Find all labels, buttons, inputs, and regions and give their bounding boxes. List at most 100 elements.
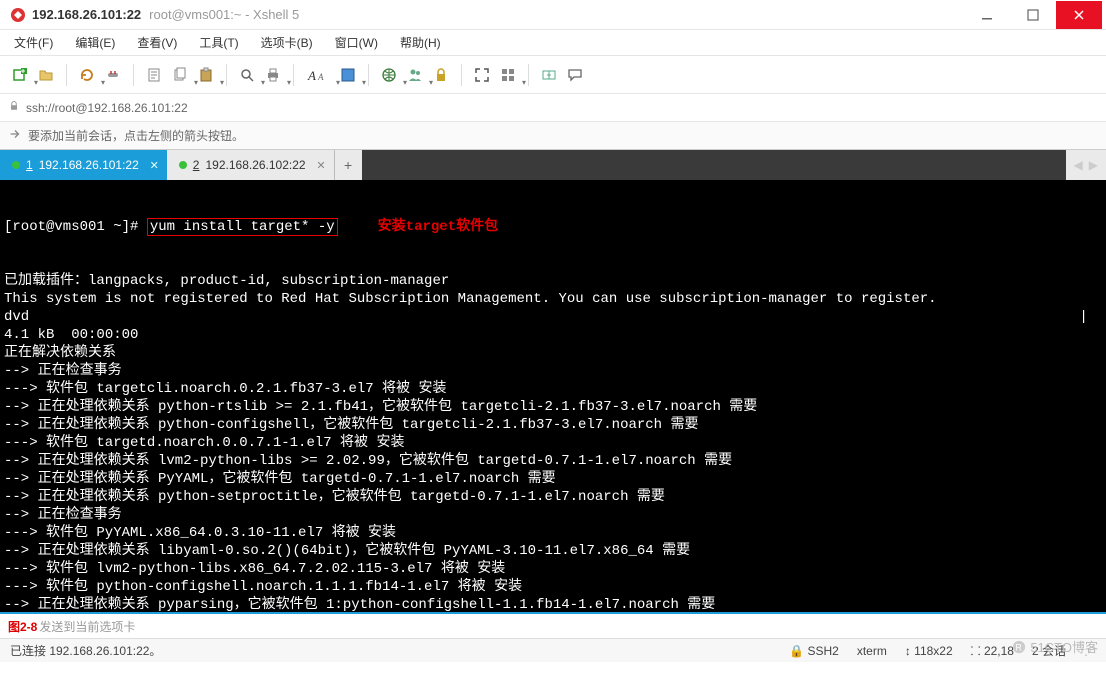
terminal-line: 已加载插件：langpacks, product-id, subscriptio… [4, 272, 1102, 290]
status-size: ↕ 118x22 [905, 644, 953, 658]
font-button[interactable]: AA [302, 63, 334, 87]
menu-tools[interactable]: 工具(T) [195, 32, 242, 53]
hint-text: 要添加当前会话，点击左侧的箭头按钮。 [28, 127, 244, 144]
terminal-line: --> 正在检查事务 [4, 506, 1102, 524]
terminal-line: ---> 软件包 python-configshell.noarch.1.1.1… [4, 578, 1102, 596]
toolbar: AA [0, 56, 1106, 94]
tab-number: 1 [26, 158, 33, 172]
prompt-text: [root@vms001 ~]# [4, 219, 147, 235]
session-tab-1[interactable]: 1 192.168.26.101:22 ✕ [0, 150, 167, 180]
status-term: xterm [857, 644, 887, 658]
tab-label: 192.168.26.101:22 [39, 158, 139, 172]
copy-button[interactable] [168, 63, 192, 87]
annotation-text: 安装target软件包 [378, 219, 498, 235]
tab-nav: ◀ ▶ [1066, 150, 1106, 180]
hintbar: 要添加当前会话，点击左侧的箭头按钮。 [0, 122, 1106, 150]
lock-icon [8, 100, 20, 115]
toolbar-separator [528, 64, 529, 86]
menu-window[interactable]: 窗口(W) [331, 32, 382, 53]
menu-help[interactable]: 帮助(H) [396, 32, 445, 53]
users-button[interactable] [403, 63, 427, 87]
chat-button[interactable] [563, 63, 587, 87]
terminal-output: 已加载插件：langpacks, product-id, subscriptio… [4, 272, 1102, 612]
terminal-line: ---> 软件包 PyYAML.x86_64.0.3.10-11.el7 将被 … [4, 524, 1102, 542]
titlebar: 192.168.26.101:22 root@vms001:~ - Xshell… [0, 0, 1106, 30]
compose-bar: 图2-8 发送到当前选项卡 [0, 612, 1106, 638]
menu-tabs[interactable]: 选项卡(B) [257, 32, 317, 53]
reconnect-button[interactable] [75, 63, 99, 87]
app-icon [10, 7, 26, 23]
svg-text:R: R [1016, 642, 1022, 652]
terminal-line: ---> 软件包 lvm2-python-libs.x86_64.7.2.02.… [4, 560, 1102, 578]
compose-text[interactable]: 发送到当前选项卡 [39, 618, 135, 635]
status-dot-icon [179, 161, 187, 169]
terminal-line: --> 正在处理依赖关系 libyaml-0.so.2()(64bit)，它被软… [4, 542, 1102, 560]
terminal-line: ---> 软件包 targetcli.noarch.0.2.1.fb37-3.e… [4, 380, 1102, 398]
tab-label: 192.168.26.102:22 [205, 158, 305, 172]
menu-view[interactable]: 查看(V) [133, 32, 181, 53]
command-highlight: yum install target* -y [147, 218, 338, 236]
maximize-button[interactable] [1010, 1, 1056, 29]
session-tab-2[interactable]: 2 192.168.26.102:22 ✕ [167, 150, 334, 180]
add-tab-button[interactable]: + [334, 150, 362, 180]
hint-arrow-icon[interactable] [8, 127, 22, 144]
layout-button[interactable] [496, 63, 520, 87]
open-button[interactable] [34, 63, 58, 87]
terminal-line: --> 正在处理依赖关系 pyparsing，它被软件包 1:python-co… [4, 596, 1102, 612]
menu-file[interactable]: 文件(F) [10, 32, 57, 53]
menu-edit[interactable]: 编辑(E) [71, 32, 119, 53]
terminal-line: --> 正在处理依赖关系 lvm2-python-libs >= 2.02.99… [4, 452, 1102, 470]
globe-button[interactable] [377, 63, 401, 87]
tab-close-icon[interactable]: ✕ [150, 159, 159, 172]
status-dot-icon [12, 161, 20, 169]
paste-button[interactable] [194, 63, 218, 87]
statusbar: 已连接 192.168.26.101:22。 🔒 SSH2 xterm ↕ 11… [0, 638, 1106, 662]
transfer-button[interactable] [537, 63, 561, 87]
color-button[interactable] [336, 63, 360, 87]
tab-next-icon[interactable]: ▶ [1089, 158, 1098, 172]
toolbar-separator [368, 64, 369, 86]
new-session-button[interactable] [8, 63, 32, 87]
terminal-line: --> 正在处理依赖关系 python-configshell，它被软件包 ta… [4, 416, 1102, 434]
minimize-button[interactable] [964, 1, 1010, 29]
tab-number: 2 [193, 158, 200, 172]
watermark: R 51CTO博客 [1012, 637, 1098, 656]
terminal-line: --> 正在处理依赖关系 python-rtslib >= 2.1.fb41，它… [4, 398, 1102, 416]
close-button[interactable] [1056, 1, 1102, 29]
print-button[interactable] [261, 63, 285, 87]
tabbar: 1 192.168.26.101:22 ✕ 2 192.168.26.102:2… [0, 150, 1106, 180]
properties-button[interactable] [142, 63, 166, 87]
toolbar-separator [293, 64, 294, 86]
status-protocol: 🔒 SSH2 [789, 644, 839, 658]
svg-text:A: A [307, 68, 316, 83]
terminal-line: --> 正在检查事务 [4, 362, 1102, 380]
toolbar-separator [461, 64, 462, 86]
figure-label: 图2-8 [8, 618, 37, 635]
status-connection: 已连接 192.168.26.101:22。 [10, 642, 161, 659]
find-button[interactable] [235, 63, 259, 87]
svg-text:A: A [317, 72, 324, 82]
terminal-line: This system is not registered to Red Hat… [4, 290, 1102, 308]
prompt-line: [root@vms001 ~]# yum install target* -y 安… [4, 218, 1102, 236]
tab-close-icon[interactable]: ✕ [316, 159, 325, 172]
addressbar: ssh://root@192.168.26.101:22 [0, 94, 1106, 122]
window-subtitle: root@vms001:~ - Xshell 5 [149, 7, 299, 22]
terminal-line: 正在解决依赖关系 [4, 344, 1102, 362]
menubar: 文件(F) 编辑(E) 查看(V) 工具(T) 选项卡(B) 窗口(W) 帮助(… [0, 30, 1106, 56]
terminal[interactable]: [root@vms001 ~]# yum install target* -y 安… [0, 180, 1106, 612]
window-buttons [964, 1, 1102, 29]
address-text[interactable]: ssh://root@192.168.26.101:22 [26, 101, 188, 115]
tab-prev-icon[interactable]: ◀ [1074, 158, 1083, 172]
terminal-line: dvd | 4.1 kB 00:00:00 [4, 308, 1102, 344]
disconnect-button[interactable] [101, 63, 125, 87]
watermark-text: 51CTO博客 [1030, 637, 1098, 656]
fullscreen-button[interactable] [470, 63, 494, 87]
terminal-line: --> 正在处理依赖关系 python-setproctitle，它被软件包 t… [4, 488, 1102, 506]
toolbar-separator [133, 64, 134, 86]
status-pos: ⸬ 22,18 [971, 642, 1014, 659]
lock-button[interactable] [429, 63, 453, 87]
window-title: 192.168.26.101:22 [32, 7, 141, 22]
terminal-line: --> 正在处理依赖关系 PyYAML，它被软件包 targetd-0.7.1-… [4, 470, 1102, 488]
terminal-line: ---> 软件包 targetd.noarch.0.0.7.1-1.el7 将被… [4, 434, 1102, 452]
toolbar-separator [226, 64, 227, 86]
